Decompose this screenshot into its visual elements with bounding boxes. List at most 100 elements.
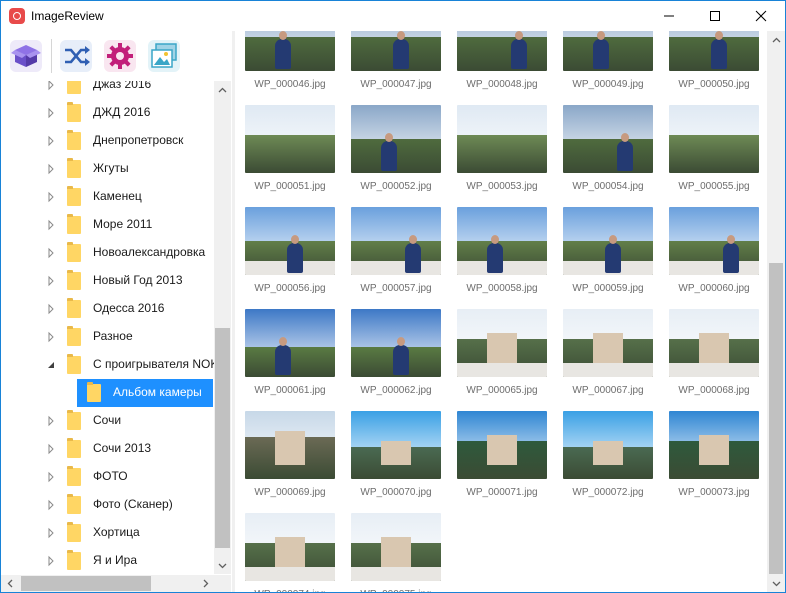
thumbnail-tile[interactable]: WP_000065.jpg: [447, 309, 547, 399]
expand-arrow-icon[interactable]: [45, 219, 57, 231]
thumbnail-tile[interactable]: WP_000059.jpg: [553, 207, 653, 297]
expand-arrow-icon[interactable]: [45, 163, 57, 175]
tree-item[interactable]: Новоалександровка: [1, 239, 214, 267]
tree-vertical-scrollbar[interactable]: [214, 81, 231, 574]
tree-item[interactable]: Днепропетровск: [1, 127, 214, 155]
title-bar[interactable]: ImageReview: [1, 1, 785, 31]
thumbnail-tile[interactable]: WP_000071.jpg: [447, 411, 547, 501]
expand-arrow-icon[interactable]: [45, 81, 57, 91]
photo-thumbnail[interactable]: [245, 105, 335, 173]
thumbnail-tile[interactable]: WP_000054.jpg: [553, 105, 653, 195]
thumbnail-tile[interactable]: WP_000067.jpg: [553, 309, 653, 399]
expand-arrow-icon[interactable]: [45, 555, 57, 567]
shuffle-button[interactable]: [57, 37, 95, 75]
photo-thumbnail[interactable]: [563, 207, 653, 275]
maximize-button[interactable]: [692, 1, 738, 31]
photo-thumbnail[interactable]: [669, 31, 759, 71]
gallery-vertical-scrollbar[interactable]: [767, 31, 785, 592]
tree-item[interactable]: Хортица: [1, 519, 214, 547]
thumbnail-tile[interactable]: WP_000075.jpg: [341, 513, 441, 592]
photo-thumbnail[interactable]: [351, 105, 441, 173]
scroll-down-button[interactable]: [214, 557, 231, 574]
tree-item[interactable]: Каменец: [1, 183, 214, 211]
scroll-right-button[interactable]: [197, 575, 214, 592]
tree-item[interactable]: Я и Ира: [1, 547, 214, 575]
thumbnail-tile[interactable]: WP_000055.jpg: [659, 105, 759, 195]
photo-thumbnail[interactable]: [245, 31, 335, 71]
tree-item[interactable]: Альбом камеры: [1, 379, 214, 407]
thumbnail-tile[interactable]: WP_000057.jpg: [341, 207, 441, 297]
image-view-button[interactable]: [145, 37, 183, 75]
thumbnail-tile[interactable]: WP_000070.jpg: [341, 411, 441, 501]
thumbnail-tile[interactable]: WP_000046.jpg: [235, 31, 335, 93]
photo-thumbnail[interactable]: [457, 105, 547, 173]
scroll-down-button[interactable]: [767, 575, 785, 592]
scroll-left-button[interactable]: [1, 575, 18, 592]
tree-item[interactable]: Жгуты: [1, 155, 214, 183]
scroll-up-button[interactable]: [214, 81, 231, 98]
photo-thumbnail[interactable]: [563, 105, 653, 173]
thumbnail-tile[interactable]: WP_000050.jpg: [659, 31, 759, 93]
expand-arrow-icon[interactable]: [45, 415, 57, 427]
photo-thumbnail[interactable]: [351, 309, 441, 377]
tree-item[interactable]: ДЖД 2016: [1, 99, 214, 127]
photo-thumbnail[interactable]: [457, 207, 547, 275]
thumbnail-tile[interactable]: WP_000072.jpg: [553, 411, 653, 501]
box-button[interactable]: [7, 37, 45, 75]
tree-horizontal-scrollbar[interactable]: [1, 575, 214, 592]
photo-thumbnail[interactable]: [563, 411, 653, 479]
photo-thumbnail[interactable]: [457, 309, 547, 377]
tree-item[interactable]: Джаз 2016: [1, 81, 214, 99]
expand-arrow-icon[interactable]: [45, 499, 57, 511]
photo-thumbnail[interactable]: [669, 207, 759, 275]
expand-arrow-icon[interactable]: [45, 331, 57, 343]
thumbnail-tile[interactable]: WP_000051.jpg: [235, 105, 335, 195]
photo-thumbnail[interactable]: [669, 105, 759, 173]
expand-arrow-icon[interactable]: [45, 303, 57, 315]
settings-button[interactable]: [101, 37, 139, 75]
expand-arrow-icon[interactable]: [45, 471, 57, 483]
tree-item[interactable]: Море 2011: [1, 211, 214, 239]
expand-arrow-icon[interactable]: [45, 527, 57, 539]
thumbnail-tile[interactable]: WP_000062.jpg: [341, 309, 441, 399]
photo-thumbnail[interactable]: [563, 309, 653, 377]
photo-thumbnail[interactable]: [669, 309, 759, 377]
expand-arrow-icon[interactable]: [45, 135, 57, 147]
expand-arrow-icon[interactable]: [45, 107, 57, 119]
tree-item[interactable]: Разное: [1, 323, 214, 351]
thumbnail-tile[interactable]: WP_000056.jpg: [235, 207, 335, 297]
photo-thumbnail[interactable]: [351, 411, 441, 479]
tree-item[interactable]: Сочи 2013: [1, 435, 214, 463]
tree-item[interactable]: Одесса 2016: [1, 295, 214, 323]
thumbnail-tile[interactable]: WP_000061.jpg: [235, 309, 335, 399]
thumbnail-gallery[interactable]: WP_000046.jpg WP_000047.jpg WP_000048.jpg W…: [235, 31, 767, 592]
expand-arrow-icon[interactable]: [45, 191, 57, 203]
scroll-up-button[interactable]: [767, 31, 785, 48]
thumbnail-tile[interactable]: WP_000069.jpg: [235, 411, 335, 501]
photo-thumbnail[interactable]: [245, 513, 335, 581]
scroll-thumb[interactable]: [21, 576, 151, 591]
photo-thumbnail[interactable]: [351, 31, 441, 71]
photo-thumbnail[interactable]: [669, 411, 759, 479]
photo-thumbnail[interactable]: [457, 31, 547, 71]
thumbnail-tile[interactable]: WP_000058.jpg: [447, 207, 547, 297]
thumbnail-tile[interactable]: WP_000047.jpg: [341, 31, 441, 93]
thumbnail-tile[interactable]: WP_000060.jpg: [659, 207, 759, 297]
thumbnail-tile[interactable]: WP_000049.jpg: [553, 31, 653, 93]
thumbnail-tile[interactable]: WP_000053.jpg: [447, 105, 547, 195]
tree-item[interactable]: Сочи: [1, 407, 214, 435]
thumbnail-tile[interactable]: WP_000073.jpg: [659, 411, 759, 501]
photo-thumbnail[interactable]: [245, 309, 335, 377]
photo-thumbnail[interactable]: [245, 411, 335, 479]
thumbnail-tile[interactable]: WP_000048.jpg: [447, 31, 547, 93]
expand-arrow-icon[interactable]: [45, 247, 57, 259]
tree-item[interactable]: С проигрывателя NOK: [1, 351, 218, 379]
photo-thumbnail[interactable]: [245, 207, 335, 275]
tree-item[interactable]: Новый Год 2013: [1, 267, 214, 295]
thumbnail-tile[interactable]: WP_000074.jpg: [235, 513, 335, 592]
minimize-button[interactable]: [646, 1, 692, 31]
tree-item[interactable]: ФОТО: [1, 463, 214, 491]
photo-thumbnail[interactable]: [351, 513, 441, 581]
folder-tree[interactable]: Джаз 2016 ДЖД 2016 Днепропетровск Жгуты Каме…: [1, 81, 233, 592]
photo-thumbnail[interactable]: [457, 411, 547, 479]
